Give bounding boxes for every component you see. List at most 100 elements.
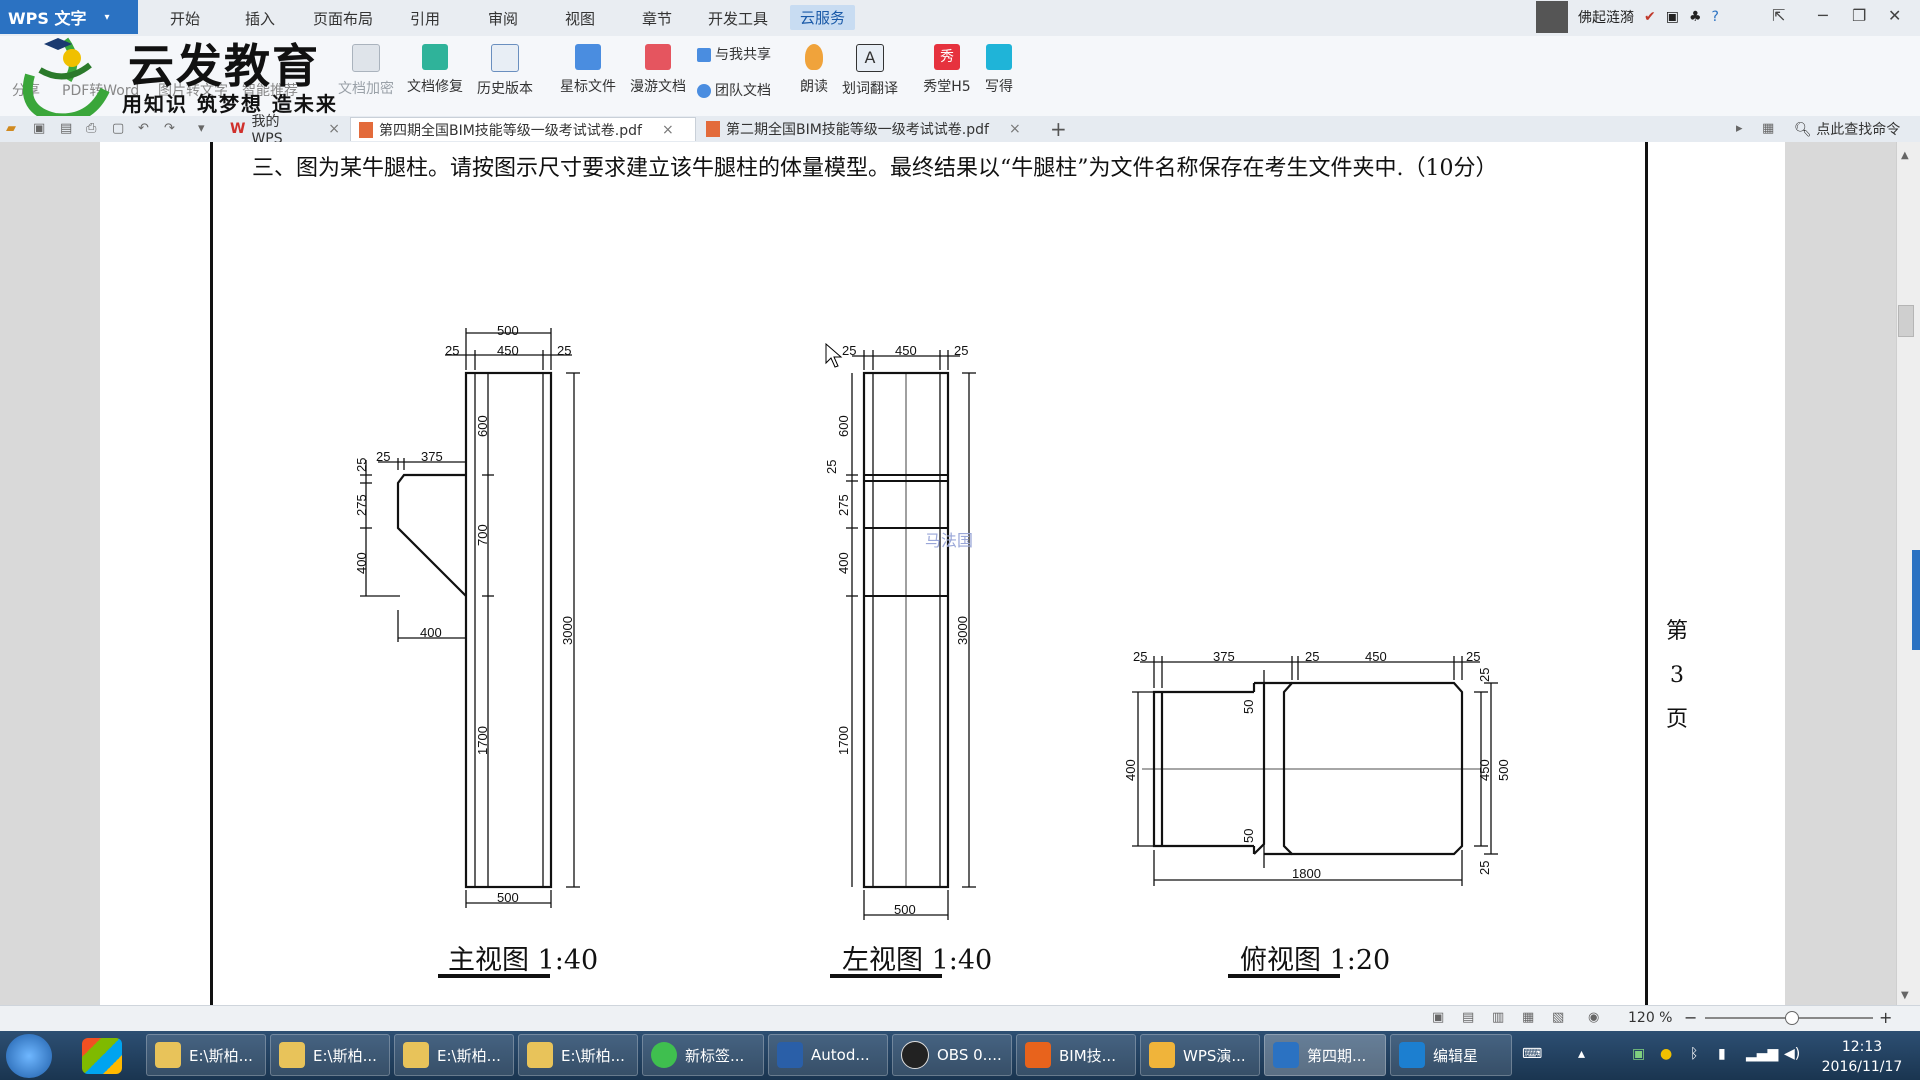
volume-icon[interactable]: ◀) [1784,1046,1800,1062]
keyboard-icon[interactable]: ⌨ [1522,1046,1542,1062]
dim-left-600: 600 [836,415,851,437]
battery-icon[interactable]: ▮ [1718,1046,1726,1062]
dim-left-275: 275 [836,494,851,516]
dim-left-25: 25 [824,460,839,474]
taskbar-browser[interactable]: 新标签... [642,1034,764,1076]
dim-top-375: 375 [1213,649,1235,664]
tray-app-icon[interactable]: ▣ [1632,1046,1645,1062]
obs-icon [901,1041,929,1069]
dim-top-mid-50a: 50 [1241,700,1256,714]
start-button[interactable] [6,1034,52,1078]
dim-left-3000: 3000 [955,616,970,645]
dim-front-top-25b: 25 [557,343,571,358]
page-side-number: 3 [1670,663,1684,688]
dim-left-top-25a: 25 [842,343,856,358]
side-panel-toggle[interactable] [1912,550,1920,650]
web-view-icon[interactable]: ▥ [1492,1010,1504,1025]
taskbar-explorer-2-label: E:\斯柏... [313,1046,377,1065]
reading-mode-icon[interactable]: ▧ [1552,1010,1564,1025]
dim-left-1700: 1700 [836,726,851,755]
taskbar-wps-writer-active[interactable]: 第四期... [1264,1034,1386,1076]
scroll-down-icon[interactable]: ▼ [1901,990,1909,1001]
dim-corbel-400b: 400 [420,625,442,640]
dim-left-400: 400 [836,552,851,574]
page-side-char-1: 第 [1665,619,1688,644]
dim-top-25a: 25 [1133,649,1147,664]
zoom-slider-knob[interactable] [1785,1011,1799,1025]
taskbar-obs-label: OBS 0.... [937,1046,1002,1064]
page-view-icon[interactable]: ▤ [1462,1010,1474,1025]
column-drawing: 500 25 450 25 600 700 1700 3000 25 275 4… [354,323,1511,978]
left-view-label: 左视图 1:40 [842,945,993,976]
dim-left-top-25b: 25 [954,343,968,358]
fit-page-icon[interactable]: ▣ [1432,1010,1444,1025]
dim-front-top-25a: 25 [445,343,459,358]
dim-front-700: 700 [475,524,490,546]
dim-front-top-450: 450 [497,343,519,358]
taskbar-explorer-1[interactable]: E:\斯柏... [146,1034,266,1076]
taskbar-explorer-3[interactable]: E:\斯柏... [394,1034,514,1076]
taskbar-obs[interactable]: OBS 0.... [892,1034,1012,1076]
tray-expand-icon[interactable]: ▴ [1578,1046,1585,1062]
eye-protection-icon[interactable]: ◉ [1588,1010,1599,1025]
top-view-label: 俯视图 1:20 [1240,945,1391,976]
video-editor-icon [1399,1042,1425,1068]
taskbar-wps-presentation[interactable]: WPS演... [1140,1034,1260,1076]
revit-icon [777,1042,803,1068]
taskbar-wps-presentation-label: WPS演... [1183,1046,1246,1065]
dim-front-top-500: 500 [497,323,519,338]
folder-icon [403,1042,429,1068]
taskbar-bim-ppt[interactable]: BIM技... [1016,1034,1136,1076]
dim-top-25c: 25 [1466,649,1480,664]
bluetooth-icon[interactable]: ᛒ [1690,1046,1698,1062]
system-clock[interactable]: 12:13 2016/11/17 [1812,1037,1912,1077]
taskbar-explorer-3-label: E:\斯柏... [437,1046,501,1065]
clock-time: 12:13 [1841,1039,1883,1055]
taskbar-explorer-4-label: E:\斯柏... [561,1046,625,1065]
scroll-up-icon[interactable]: ▲ [1901,150,1909,161]
dim-top-right-25a: 25 [1477,668,1492,682]
dim-front-1700: 1700 [475,726,490,755]
outline-view-icon[interactable]: ▦ [1522,1010,1534,1025]
taskbar-explorer-2[interactable]: E:\斯柏... [270,1034,390,1076]
dim-corbel-275: 275 [354,494,369,516]
zoom-level[interactable]: 120 % [1628,1010,1672,1026]
zoom-in-button[interactable]: + [1879,1008,1892,1027]
dim-top-left-400: 400 [1123,759,1138,781]
dim-top-mid-50b: 50 [1241,829,1256,843]
dim-top-bottom-1800: 1800 [1292,866,1321,881]
dim-corbel-375: 375 [421,449,443,464]
dim-top-25b: 25 [1305,649,1319,664]
pinned-app-icon[interactable] [82,1038,122,1074]
browser-icon [651,1042,677,1068]
top-view-drawing [1132,656,1498,886]
taskbar-editor-label: 编辑星 [1433,1046,1479,1065]
page-number-vertical: 第 3 页 [1662,610,1692,742]
front-view-drawing [360,328,580,908]
dim-left-bottom-500: 500 [894,902,916,917]
dim-top-450: 450 [1365,649,1387,664]
wps-presentation-icon [1149,1042,1175,1068]
presentation-icon [1025,1042,1051,1068]
page-side-char-2: 页 [1665,707,1688,732]
folder-icon [279,1042,305,1068]
security-icon[interactable]: ● [1660,1046,1672,1062]
scrollbar-thumb[interactable] [1898,305,1914,337]
network-icon[interactable]: ▂▄▆ [1746,1046,1778,1062]
dim-top-right-450: 450 [1477,759,1492,781]
front-view-label: 主视图 1:40 [448,945,599,976]
taskbar-bim-ppt-label: BIM技... [1059,1046,1116,1065]
dim-front-600: 600 [475,415,490,437]
dim-top-right-25b: 25 [1477,861,1492,875]
taskbar-explorer-1-label: E:\斯柏... [189,1046,253,1065]
dim-left-top-450: 450 [895,343,917,358]
taskbar-autodesk-label: Autod... [811,1046,870,1064]
taskbar-autodesk[interactable]: Autod... [768,1034,888,1076]
dim-corbel-25v: 25 [354,458,369,472]
folder-icon [527,1042,553,1068]
zoom-out-button[interactable]: − [1684,1008,1697,1027]
taskbar-wps-writer-label: 第四期... [1307,1046,1367,1065]
taskbar-editor[interactable]: 编辑星 [1390,1034,1512,1076]
taskbar-explorer-4[interactable]: E:\斯柏... [518,1034,638,1076]
taskbar-browser-label: 新标签... [685,1046,745,1065]
